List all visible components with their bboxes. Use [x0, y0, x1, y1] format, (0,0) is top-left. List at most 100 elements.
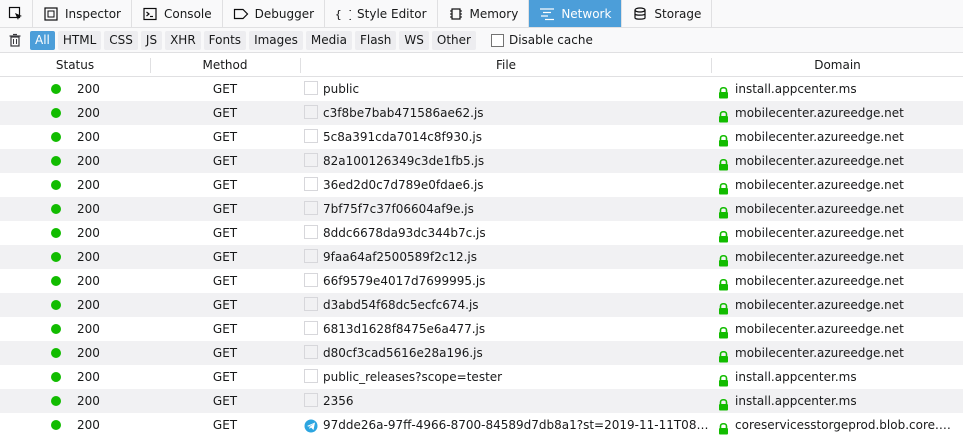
filter-button-html[interactable]: HTML: [57, 30, 102, 50]
file-thumbnail-icon: [304, 249, 318, 263]
status-code: 200: [77, 178, 100, 192]
file-thumbnail-icon: [304, 129, 318, 143]
filter-button-flash[interactable]: Flash: [354, 30, 397, 50]
column-header-status[interactable]: Status: [0, 55, 150, 76]
request-row[interactable]: 200 GET 66f9579e4017d7699995.js mobilecente…: [0, 269, 963, 293]
request-method: GET: [212, 298, 238, 312]
request-row[interactable]: 200 GET 2356 install.appcenter.ms: [0, 389, 963, 413]
request-file: 9faa64af2500589f2c12.js: [323, 250, 477, 264]
lock-icon: [718, 107, 729, 123]
request-file: 36ed2d0c7d789e0fdae6.js: [323, 178, 484, 192]
request-method: GET: [212, 346, 238, 360]
tab-debugger[interactable]: Debugger: [223, 0, 326, 27]
clear-button[interactable]: [0, 33, 30, 47]
lock-icon: [718, 179, 729, 195]
file-thumbnail-icon: [304, 297, 318, 311]
request-domain: mobilecenter.azureedge.net: [735, 226, 904, 240]
status-code: 200: [77, 106, 100, 120]
status-code: 200: [77, 250, 100, 264]
filter-button-images[interactable]: Images: [249, 30, 303, 50]
request-file: d3abd54f68dc5ecfc674.js: [323, 298, 479, 312]
tab-inspector[interactable]: Inspector: [33, 0, 132, 27]
column-header-file[interactable]: File: [301, 55, 711, 76]
request-row[interactable]: 200 GET 8ddc6678da93dc344b7c.js mobilecente…: [0, 221, 963, 245]
request-row[interactable]: 200 GET 82a100126349c3de1fb5.js mobilecente…: [0, 149, 963, 173]
status-code: 200: [77, 322, 100, 336]
status-dot-icon: [51, 276, 61, 286]
request-file: 6813d1628f8475e6a477.js: [323, 322, 486, 336]
filter-button-js[interactable]: JS: [140, 30, 163, 50]
status-dot-icon: [51, 84, 61, 94]
status-code: 200: [77, 370, 100, 384]
network-icon: [539, 6, 555, 22]
request-method: GET: [212, 250, 238, 264]
status-dot-icon: [51, 108, 61, 118]
disable-cache-checkbox[interactable]: [490, 33, 504, 47]
request-row[interactable]: 200 GET d80cf3cad5616e28a196.js mobilecente…: [0, 341, 963, 365]
request-row[interactable]: 200 GET c3f8be7bab471586ae62.js mobilecente…: [0, 101, 963, 125]
status-dot-icon: [51, 300, 61, 310]
request-row[interactable]: 200 GET 5c8a391cda7014c8f930.js mobilecente…: [0, 125, 963, 149]
devtools-toolbox-tabs: Inspector Console Debugger { } Style Editor M…: [0, 0, 963, 28]
tab-console[interactable]: Console: [132, 0, 223, 27]
request-row[interactable]: 200 GET 9faa64af2500589f2c12.js mobilecente…: [0, 245, 963, 269]
request-list: 200 GET public install.appcenter.ms 200 GET c3…: [0, 77, 963, 437]
file-thumbnail-icon: [304, 369, 318, 383]
request-row[interactable]: 200 GET 7bf75f7c37f06604af9e.js mobilecente…: [0, 197, 963, 221]
status-code: 200: [77, 346, 100, 360]
memory-icon: [448, 6, 464, 22]
tab-storage[interactable]: Storage: [622, 0, 713, 27]
status-dot-icon: [51, 132, 61, 142]
element-picker-icon: [8, 6, 22, 20]
request-domain: install.appcenter.ms: [735, 370, 857, 384]
lock-icon: [718, 203, 729, 219]
filter-button-other[interactable]: Other: [431, 30, 476, 50]
request-file: public: [323, 82, 360, 96]
filter-button-xhr[interactable]: XHR: [165, 30, 201, 50]
status-code: 200: [77, 130, 100, 144]
request-row[interactable]: 200 GET d3abd54f68dc5ecfc674.js mobilecente…: [0, 293, 963, 317]
debugger-icon: [233, 6, 249, 22]
request-domain: mobilecenter.azureedge.net: [735, 322, 904, 336]
tab-memory[interactable]: Memory: [438, 0, 530, 27]
disable-cache-label: Disable cache: [508, 33, 593, 47]
file-thumbnail-icon: [304, 201, 318, 215]
filter-button-ws[interactable]: WS: [399, 30, 429, 50]
file-thumbnail-icon: [304, 273, 318, 287]
status-dot-icon: [51, 420, 61, 430]
lock-icon: [718, 83, 729, 99]
request-row[interactable]: 200 GET 97dde26a-97ff-4966-8700-84589d7db8…: [0, 413, 963, 437]
filter-button-fonts[interactable]: Fonts: [203, 30, 247, 50]
status-dot-icon: [51, 396, 61, 406]
request-row[interactable]: 200 GET 6813d1628f8475e6a477.js mobilecente…: [0, 317, 963, 341]
status-dot-icon: [51, 348, 61, 358]
request-method: GET: [212, 226, 238, 240]
filter-button-all[interactable]: All: [30, 30, 55, 50]
tab-style-editor[interactable]: { } Style Editor: [325, 0, 438, 27]
request-row[interactable]: 200 GET 36ed2d0c7d789e0fdae6.js mobilecente…: [0, 173, 963, 197]
lock-icon: [718, 395, 729, 411]
request-row[interactable]: 200 GET public install.appcenter.ms: [0, 77, 963, 101]
request-domain: mobilecenter.azureedge.net: [735, 274, 904, 288]
disable-cache-toggle[interactable]: Disable cache: [490, 33, 593, 47]
request-domain: coreservicesstorgeprod.blob.core.wind...: [735, 418, 960, 432]
style-editor-icon: { }: [335, 6, 351, 22]
request-file: 82a100126349c3de1fb5.js: [323, 154, 485, 168]
filter-button-css[interactable]: CSS: [104, 30, 138, 50]
column-header-domain[interactable]: Domain: [712, 55, 963, 76]
column-header-method[interactable]: Method: [151, 55, 299, 76]
request-method: GET: [212, 106, 238, 120]
request-row[interactable]: 200 GET public_releases?scope=tester instal…: [0, 365, 963, 389]
request-domain: mobilecenter.azureedge.net: [735, 106, 904, 120]
request-method: GET: [212, 82, 238, 96]
filter-button-media[interactable]: Media: [305, 30, 352, 50]
request-domain: mobilecenter.azureedge.net: [735, 130, 904, 144]
element-picker-button[interactable]: [0, 0, 33, 27]
request-file: 97dde26a-97ff-4966-8700-84589d7db8a1?st=…: [323, 418, 709, 432]
console-icon: [142, 6, 158, 22]
file-thumbnail-icon: [304, 345, 318, 359]
tab-network[interactable]: Network: [529, 0, 623, 27]
request-file: 66f9579e4017d7699995.js: [323, 274, 486, 288]
request-domain: mobilecenter.azureedge.net: [735, 298, 904, 312]
request-file: 2356: [323, 394, 354, 408]
